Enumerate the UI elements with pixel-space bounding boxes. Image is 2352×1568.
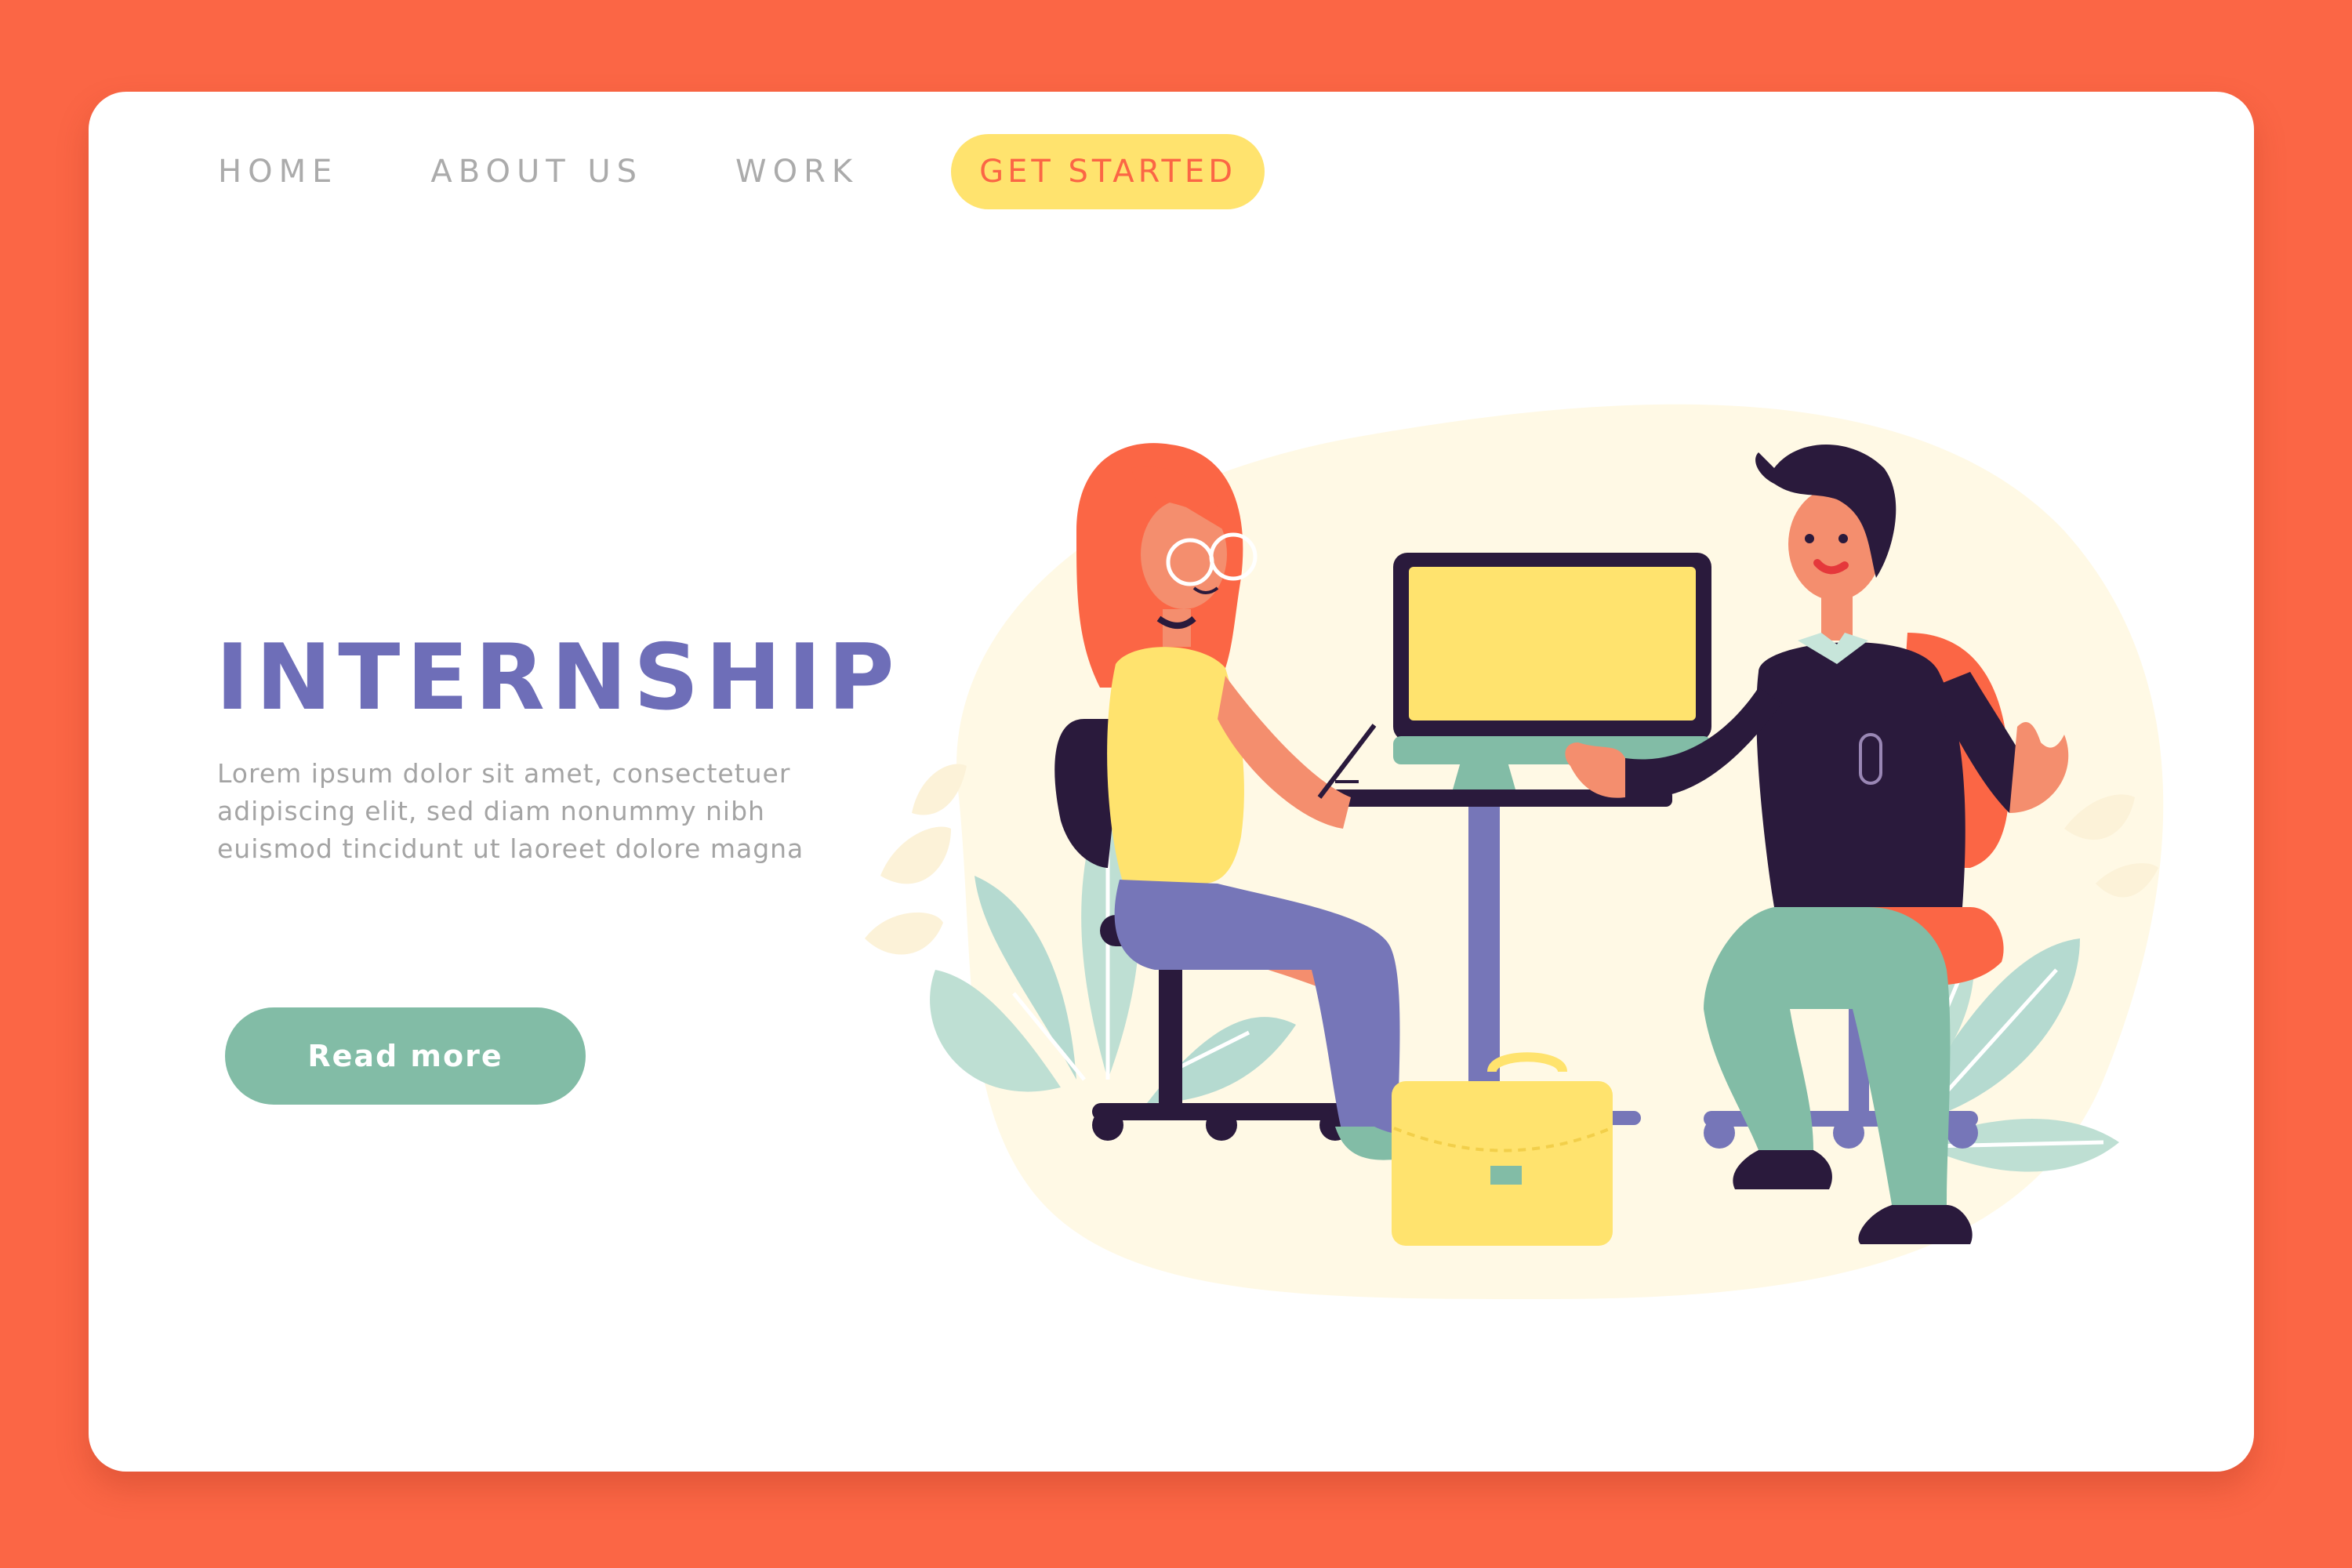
computer-monitor-icon (1393, 553, 1711, 789)
briefcase-icon (1392, 1052, 1613, 1246)
landing-card: HOME ABOUT US WORK GET STARTED INTERNSHI… (89, 92, 2254, 1472)
internship-illustration (865, 404, 2164, 1299)
